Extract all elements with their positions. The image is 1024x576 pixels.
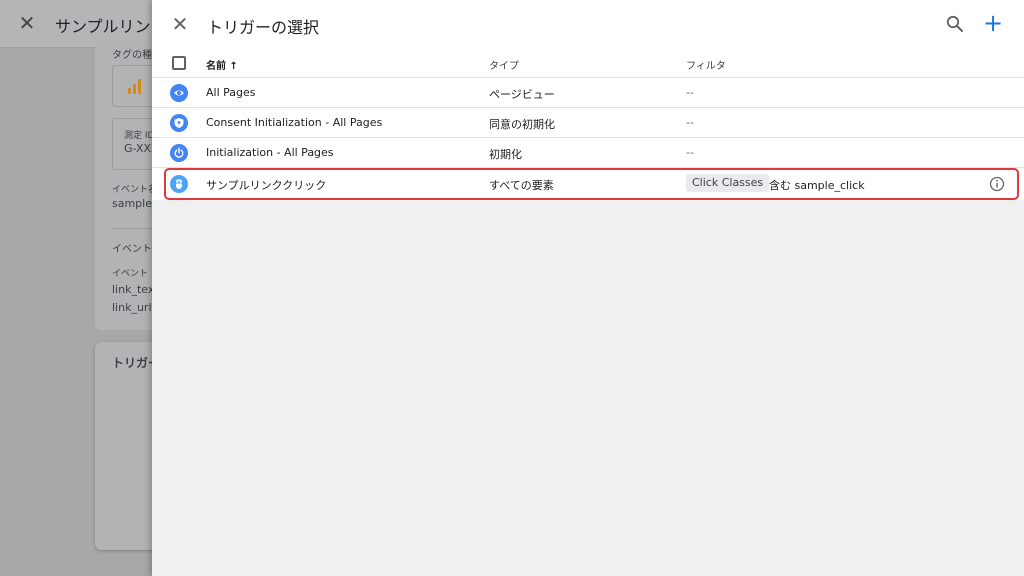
background-close-icon: ✕ (18, 11, 36, 35)
filter-condition: 含む sample_click (769, 179, 865, 192)
panel-title: トリガーの選択 (207, 18, 320, 37)
table-row[interactable]: Initialization - All Pages 初期化 -- (152, 138, 1024, 168)
analytics-icon (112, 65, 154, 107)
trigger-name: サンプルリンククリック (206, 179, 327, 192)
trigger-filter: -- (686, 146, 694, 159)
table-row-selected[interactable]: サンプルリンククリック すべての要素 Click Classes 含む samp… (164, 168, 1019, 200)
add-icon[interactable]: + (982, 11, 1004, 35)
search-icon[interactable] (945, 14, 965, 34)
background-event-name-value: sample_ (112, 197, 158, 210)
trigger-type: すべての要素 (489, 179, 554, 192)
panel-header: ✕ トリガーの選択 + (152, 0, 1024, 48)
trigger-filter: -- (686, 86, 694, 99)
trigger-filter: -- (686, 116, 694, 129)
trigger-name: All Pages (206, 86, 256, 99)
background-title: サンプルリンク (55, 17, 167, 36)
background-param-header: イベント (112, 269, 149, 279)
column-header-name[interactable]: 名前 ↑ (206, 57, 238, 72)
table-row[interactable]: All Pages ページビュー -- (152, 78, 1024, 108)
trigger-table: 名前 ↑ タイプ フィルタ All Pages ページビュー -- Consen… (152, 48, 1024, 200)
background-measurement-label: 測定 ID (124, 131, 155, 141)
eye-icon (170, 84, 188, 102)
background-param-2: link_url (112, 301, 152, 314)
table-row[interactable]: Consent Initialization - All Pages 同意の初期… (152, 108, 1024, 138)
trigger-name: Initialization - All Pages (206, 146, 334, 159)
shield-icon (170, 114, 188, 132)
trigger-type: 初期化 (489, 148, 522, 161)
filter-variable-chip: Click Classes (686, 174, 770, 192)
trigger-type: 同意の初期化 (489, 118, 555, 131)
column-header-type[interactable]: タイプ (489, 57, 519, 72)
trigger-type: ページビュー (489, 88, 555, 101)
select-all-checkbox[interactable] (172, 56, 186, 70)
background-event-name-label: イベント名 (112, 185, 158, 195)
trigger-name: Consent Initialization - All Pages (206, 116, 383, 129)
column-header-filter[interactable]: フィルタ (686, 57, 726, 72)
table-header: 名前 ↑ タイプ フィルタ (152, 48, 1024, 78)
mouse-icon (170, 175, 188, 193)
background-event-params-label: イベント (112, 244, 152, 255)
trigger-selection-panel: ✕ トリガーの選択 + 名前 ↑ タイプ フィルタ All Pages ページビ… (152, 0, 1024, 576)
power-icon (170, 144, 188, 162)
info-icon[interactable] (989, 176, 1005, 192)
close-icon[interactable]: ✕ (170, 14, 190, 34)
